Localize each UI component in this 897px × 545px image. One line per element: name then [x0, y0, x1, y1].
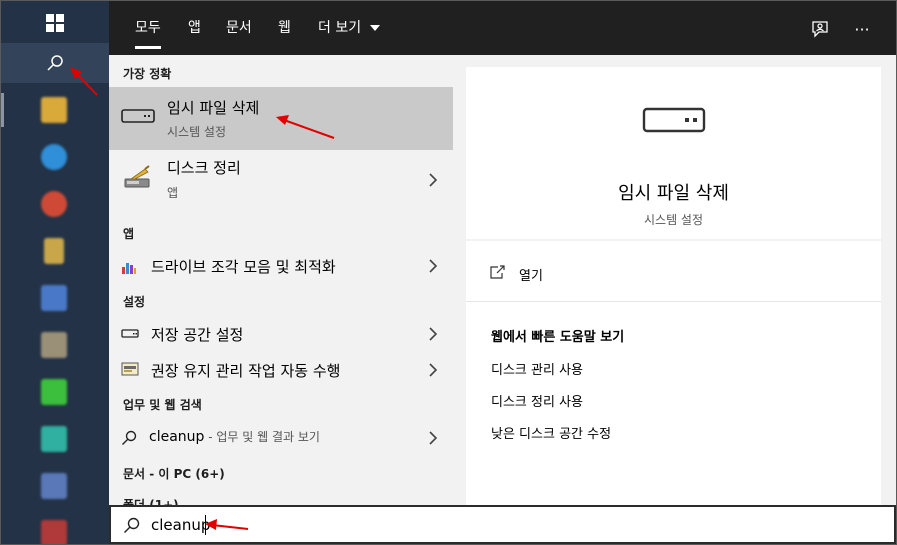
feedback-icon [812, 21, 828, 38]
storage-drive-icon [121, 109, 155, 123]
defrag-title: 드라이브 조각 모음 및 최적화 [151, 258, 336, 276]
section-web-search: 업무 및 웹 검색 [123, 398, 202, 412]
taskbar-app-6[interactable] [41, 332, 67, 358]
maintenance-icon [121, 362, 139, 376]
result-best-match[interactable]: 임시 파일 삭제 시스템 설정 [109, 87, 453, 150]
taskbar [1, 1, 109, 544]
taskbar-app-5[interactable] [41, 285, 67, 311]
web-search-suffix: - 업무 및 웹 결과 보기 [204, 430, 320, 444]
chevron-right-icon[interactable] [429, 259, 437, 273]
taskbar-app-4[interactable] [44, 238, 64, 264]
tab-documents[interactable]: 문서 [226, 1, 252, 55]
web-help-header: 웹에서 빠른 도움말 보기 [491, 330, 625, 345]
options-button[interactable]: ··· [848, 15, 876, 43]
feedback-button[interactable] [806, 15, 834, 43]
result-storage-settings[interactable]: 저장 공간 설정 [109, 317, 453, 351]
search-input[interactable]: cleanup [151, 516, 210, 534]
chevron-right-icon[interactable] [429, 363, 437, 377]
section-settings: 설정 [123, 295, 146, 309]
detail-scrollbar[interactable] [881, 55, 896, 505]
search-header: 모두 앱 문서 웹 더 보기 ··· [109, 1, 896, 55]
web-help-link[interactable]: 낮은 디스크 공간 수정 [491, 423, 611, 442]
search-icon [122, 430, 137, 445]
disk-cleanup-subtitle: 앱 [167, 186, 179, 200]
chevron-right-icon[interactable] [429, 327, 437, 341]
web-help-link[interactable]: 디스크 관리 사용 [491, 359, 583, 378]
result-web-search[interactable]: cleanup - 업무 및 웹 결과 보기 [109, 421, 453, 455]
text-caret [205, 515, 206, 535]
start-button[interactable] [1, 3, 109, 43]
taskbar-app-9[interactable] [41, 473, 67, 499]
taskbar-search-button[interactable] [1, 43, 109, 83]
search-box[interactable]: cleanup [109, 505, 896, 544]
tab-all[interactable]: 모두 [135, 1, 161, 55]
tab-apps[interactable]: 앱 [188, 1, 201, 55]
storage-settings-title: 저장 공간 설정 [151, 326, 244, 344]
best-match-title: 임시 파일 삭제 [167, 99, 260, 117]
chevron-right-icon[interactable] [429, 173, 437, 187]
result-maintenance[interactable]: 권장 유지 관리 작업 자동 수행 [109, 353, 453, 387]
open-label: 열기 [519, 269, 543, 284]
web-search-term: cleanup [149, 429, 205, 445]
ellipsis-icon: ··· [854, 19, 870, 39]
open-icon [490, 265, 505, 279]
tab-web[interactable]: 웹 [278, 1, 291, 55]
section-best-match: 가장 정확 [123, 67, 172, 81]
taskbar-app-file-explorer[interactable] [41, 97, 67, 123]
storage-drive-icon [121, 329, 139, 338]
section-documents: 문서 - 이 PC (6+) [123, 467, 225, 481]
detail-actions-card: 열기 웹에서 빠른 도움말 보기 디스크 관리 사용 디스크 정리 사용 낮은 … [466, 241, 881, 505]
defrag-icon [122, 263, 136, 274]
taskbar-app-10[interactable] [41, 520, 67, 544]
chevron-right-icon[interactable] [429, 431, 437, 445]
chevron-down-icon [369, 25, 380, 31]
storage-drive-icon [642, 107, 706, 133]
results-list: 가장 정확 임시 파일 삭제 시스템 설정 디스크 정리 앱 앱 드라이브 조각… [109, 55, 453, 505]
search-icon [47, 55, 63, 71]
open-action[interactable]: 열기 [466, 255, 881, 291]
detail-summary-card: 임시 파일 삭제 시스템 설정 [466, 67, 881, 239]
tab-more[interactable]: 더 보기 [318, 1, 380, 55]
search-icon [124, 517, 140, 533]
search-window: 모두 앱 문서 웹 더 보기 ··· 가장 정확 임시 파일 삭제 시스템 설정… [0, 0, 897, 545]
section-apps: 앱 [123, 227, 135, 241]
taskbar-app-7[interactable] [41, 379, 67, 405]
taskbar-app-edge[interactable] [41, 144, 67, 170]
detail-subtitle: 시스템 설정 [643, 213, 703, 227]
running-indicator [1, 93, 4, 127]
taskbar-app-chrome[interactable] [41, 191, 67, 217]
disk-cleanup-icon [124, 165, 150, 188]
section-folders: 폴더 (1+) [123, 498, 179, 505]
windows-logo-icon [46, 14, 64, 32]
web-help-link[interactable]: 디스크 정리 사용 [491, 391, 583, 410]
web-search-text: cleanup - 업무 및 웹 결과 보기 [149, 428, 320, 445]
maintenance-title: 권장 유지 관리 작업 자동 수행 [151, 362, 341, 380]
divider [466, 301, 881, 302]
best-match-subtitle: 시스템 설정 [167, 125, 227, 139]
result-disk-cleanup[interactable]: 디스크 정리 앱 [109, 151, 453, 209]
taskbar-app-8[interactable] [41, 426, 67, 452]
result-defrag[interactable]: 드라이브 조각 모음 및 최적화 [109, 249, 453, 283]
tab-more-label: 더 보기 [318, 20, 362, 36]
disk-cleanup-title: 디스크 정리 [167, 159, 241, 177]
detail-title: 임시 파일 삭제 [618, 183, 729, 204]
